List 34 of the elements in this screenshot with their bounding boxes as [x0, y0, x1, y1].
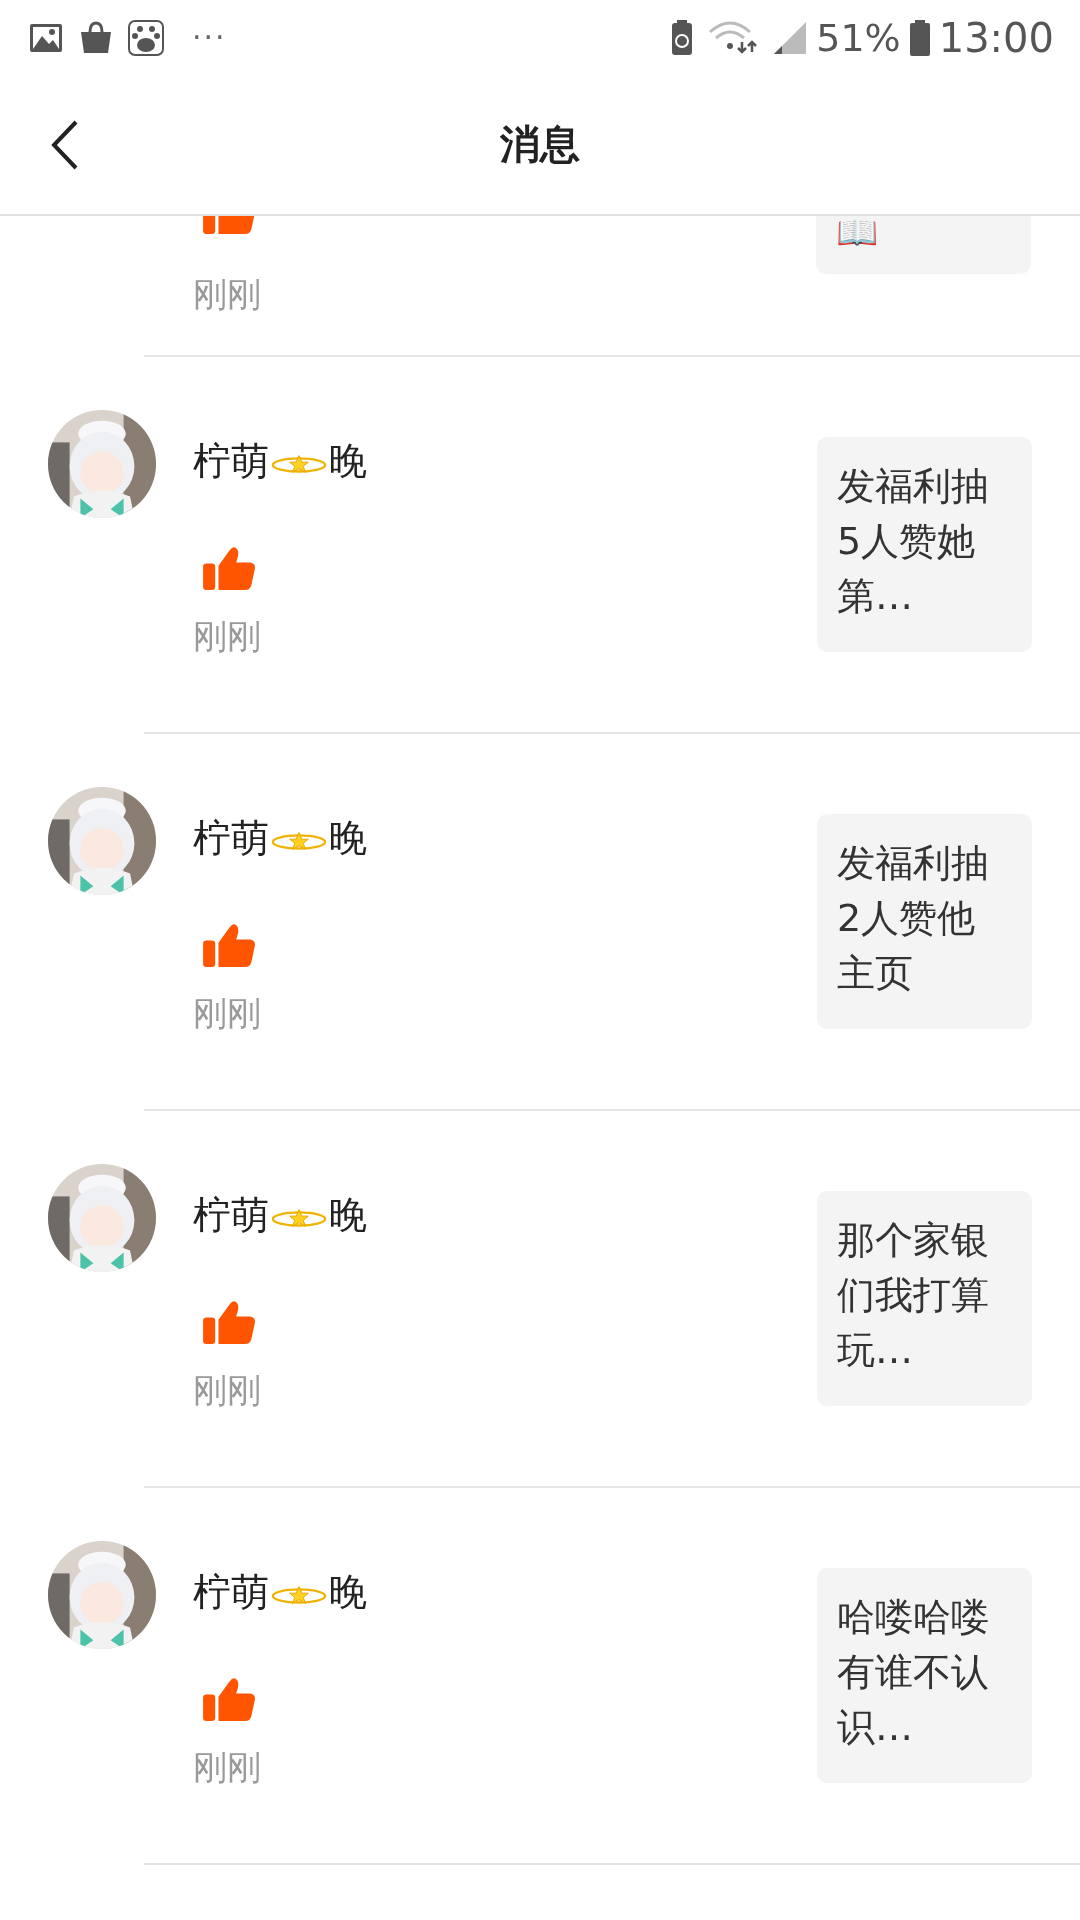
star-ring-icon	[271, 829, 327, 853]
shopping-bag-icon	[78, 19, 114, 56]
user-name: 柠萌	[193, 437, 269, 485]
page-title: 消息	[500, 120, 580, 169]
user-name: 柠萌	[193, 814, 269, 862]
timestamp: 刚刚	[193, 273, 261, 316]
thumbs-up-icon	[203, 1300, 256, 1344]
timestamp: 刚刚	[193, 1746, 262, 1789]
thumbs-up-icon	[203, 923, 256, 967]
post-preview[interactable]: 📖	[816, 216, 1031, 274]
star-ring-icon	[271, 452, 327, 476]
battery-icon	[908, 19, 931, 56]
clock-time: 13:00	[938, 14, 1054, 61]
star-ring-icon	[271, 1583, 327, 1607]
timestamp: 刚刚	[193, 615, 262, 658]
paw-icon	[128, 19, 164, 56]
back-button[interactable]	[50, 118, 80, 171]
post-preview[interactable]: 哈喽哈喽有谁不认识…	[817, 1568, 1032, 1783]
thumbs-up-icon	[203, 1677, 256, 1721]
more-indicator: ···	[192, 20, 227, 55]
star-ring-icon	[271, 1206, 327, 1230]
user-name: 晚	[329, 437, 367, 485]
post-preview[interactable]: 发福利抽2人赞他主页	[817, 814, 1032, 1029]
timestamp: 刚刚	[193, 992, 262, 1035]
battery-percent: 51%	[816, 15, 901, 60]
post-preview[interactable]: 发福利抽5人赞她第…	[817, 437, 1032, 652]
post-preview[interactable]: 那个家银们我打算玩…	[817, 1191, 1032, 1406]
user-name: 柠萌	[193, 1191, 269, 1239]
user-name: 柠萌	[193, 1568, 269, 1616]
user-name: 晚	[329, 1191, 367, 1239]
user-name: 晚	[329, 814, 367, 862]
timestamp: 刚刚	[193, 1369, 262, 1412]
thumbs-up-icon	[203, 546, 256, 590]
user-name: 晚	[329, 1568, 367, 1616]
